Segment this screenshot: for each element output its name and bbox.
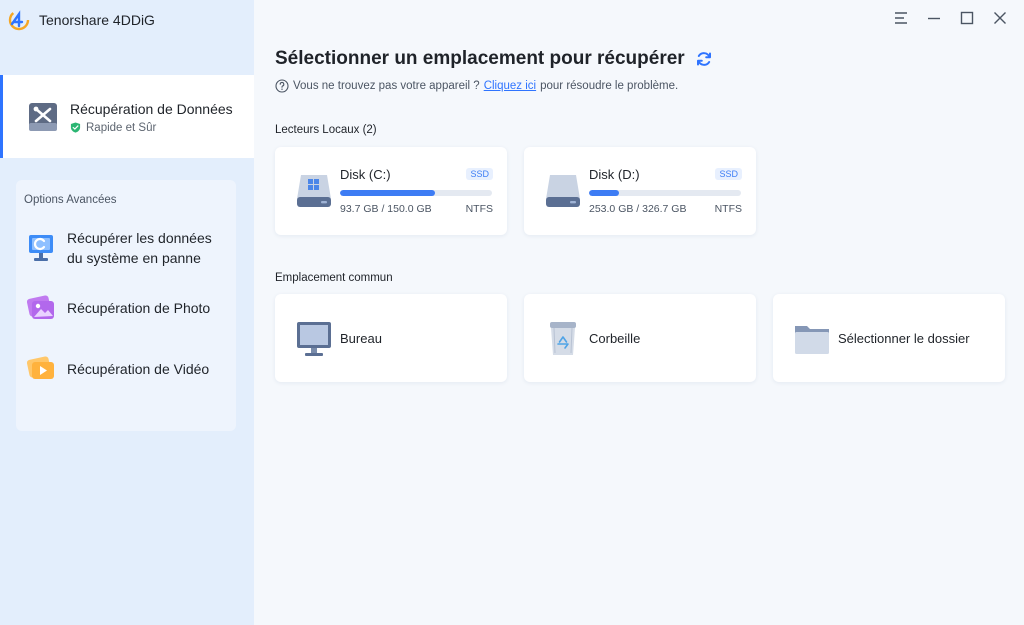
refresh-icon[interactable]	[695, 50, 713, 68]
crashed-computer-icon	[29, 235, 53, 261]
recycle-bin-icon	[550, 322, 576, 355]
disk-capacity: 253.0 GB / 326.7 GB	[589, 203, 687, 215]
shield-check-icon	[70, 122, 81, 133]
disk-name: Disk (C:)	[340, 167, 391, 182]
question-circle-icon	[275, 79, 289, 93]
sidebar-item-label: Récupération de Vidéo	[67, 361, 210, 377]
location-label: Corbeille	[589, 330, 641, 346]
sidebar-item-video-recovery[interactable]: Récupération de Vidéo	[24, 352, 234, 386]
close-icon	[993, 12, 1006, 24]
drive-icon	[546, 175, 580, 207]
minimize-icon	[927, 17, 940, 20]
disk-capacity: 93.7 GB / 150.0 GB	[340, 203, 432, 215]
menu-button[interactable]	[884, 8, 917, 28]
maximize-button[interactable]	[950, 8, 983, 28]
help-link[interactable]: Cliquez ici	[484, 80, 536, 92]
help-text-after: pour résoudre le problème.	[540, 80, 679, 92]
location-card-recycle-bin[interactable]: Corbeille	[524, 294, 756, 382]
page-title-text: Sélectionner un emplacement pour récupér…	[275, 48, 685, 69]
sidebar-item-label: du système en panne	[67, 250, 201, 266]
menu-icon	[894, 12, 907, 24]
disk-type-badge: SSD	[715, 168, 742, 180]
photo-icon	[26, 295, 54, 319]
sidebar-item-label: Récupération de Données	[70, 100, 233, 117]
disk-type-badge: SSD	[466, 168, 493, 180]
common-locations-label: Emplacement commun	[275, 272, 393, 284]
location-label: Bureau	[340, 330, 382, 346]
disk-filesystem: NTFS	[465, 203, 493, 215]
desktop-monitor-icon	[297, 322, 331, 356]
app-name: Tenorshare 4DDiG	[39, 12, 155, 28]
disk-usage-fill	[589, 190, 620, 196]
advanced-options-panel: Options Avancées Récupérer les données d…	[16, 180, 236, 431]
disk-card-d[interactable]: Disk (D:) SSD 253.0 GB / 326.7 GB NTFS	[524, 147, 756, 235]
window-controls	[884, 8, 1016, 28]
windows-drive-icon	[297, 175, 331, 207]
sidebar-item-label: Récupération de Photo	[67, 300, 211, 316]
subtitle-text: Rapide et Sûr	[86, 121, 157, 134]
disk-usage-fill	[340, 190, 435, 196]
disk-usage-bar	[340, 190, 492, 196]
sidebar-item-data-recovery[interactable]: Récupération de Données Rapide et Sûr	[0, 75, 254, 158]
sidebar-item-subtitle: Rapide et Sûr	[70, 122, 233, 134]
location-card-select-folder[interactable]: Sélectionner le dossier	[773, 294, 1005, 382]
disk-card-c[interactable]: Disk (C:) SSD 93.7 GB / 150.0 GB NTFS	[275, 147, 507, 235]
help-text-before: Vous ne trouvez pas votre appareil ?	[293, 80, 480, 92]
disk-name: Disk (D:)	[589, 167, 640, 182]
brand: Tenorshare 4DDiG	[8, 9, 155, 31]
sidebar: Tenorshare 4DDiG Récupération de Données…	[0, 0, 254, 625]
maximize-icon	[960, 11, 973, 25]
local-drives-label: Lecteurs Locaux (2)	[275, 124, 377, 136]
disk-usage-bar	[589, 190, 741, 196]
video-icon	[26, 356, 54, 379]
page-title: Sélectionner un emplacement pour récupér…	[275, 48, 713, 70]
disk-filesystem: NTFS	[714, 203, 742, 215]
help-line: Vous ne trouvez pas votre appareil ? Cli…	[275, 79, 678, 93]
advanced-options-title: Options Avancées	[24, 194, 117, 206]
location-card-desktop[interactable]: Bureau	[275, 294, 507, 382]
location-label: Sélectionner le dossier	[838, 330, 970, 346]
sidebar-item-photo-recovery[interactable]: Récupération de Photo	[24, 291, 234, 325]
close-button[interactable]	[983, 8, 1016, 28]
sidebar-item-crashed-system[interactable]: Récupérer les données du système en pann…	[24, 228, 234, 268]
folder-icon	[795, 326, 829, 354]
tools-drive-icon	[29, 102, 57, 131]
sidebar-item-label: Récupérer les données	[67, 230, 212, 246]
minimize-button[interactable]	[917, 8, 950, 28]
4ddig-logo-icon	[8, 9, 30, 31]
